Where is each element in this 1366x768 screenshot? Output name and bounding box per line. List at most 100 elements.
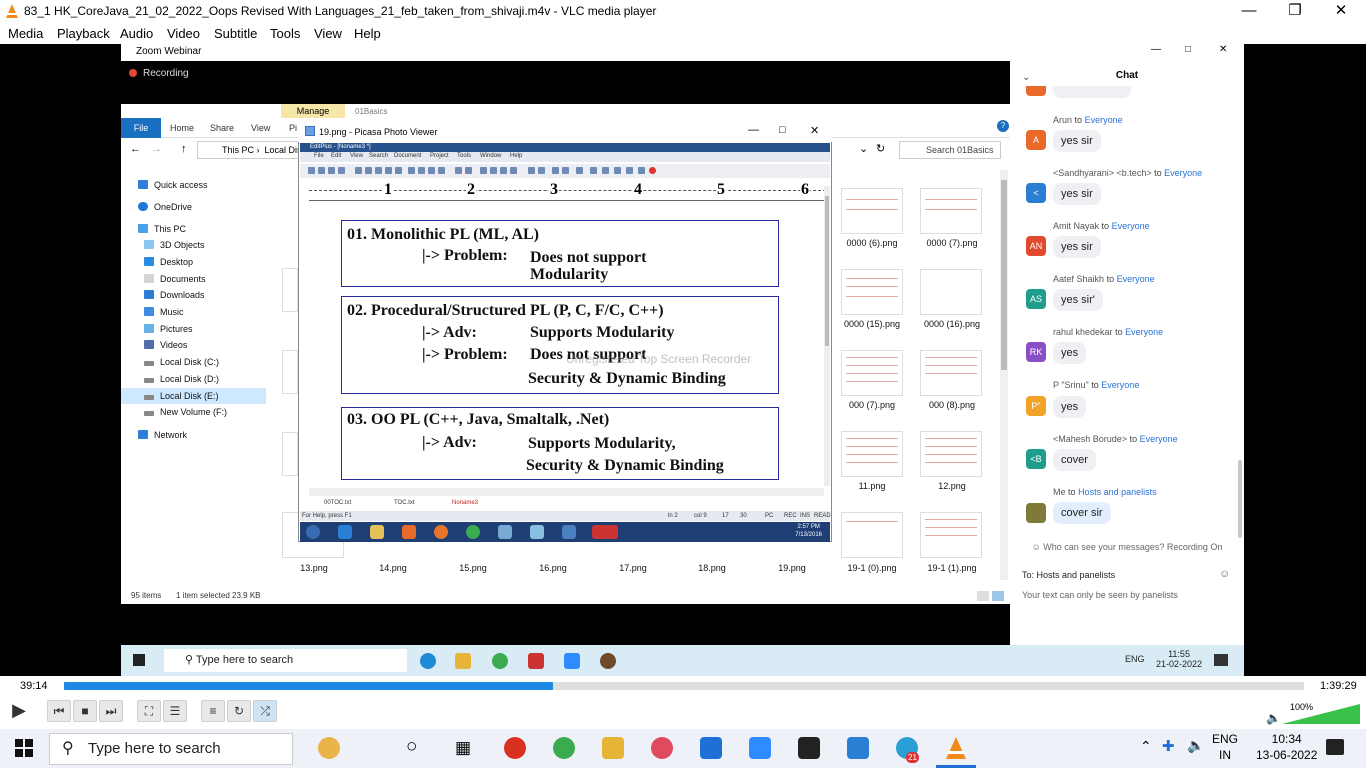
thumbnail[interactable] — [841, 269, 903, 315]
menu-subtitle[interactable]: Subtitle — [214, 26, 257, 41]
nav-onedrive[interactable]: OneDrive — [121, 199, 266, 215]
extended-settings-button[interactable]: ☰ — [163, 700, 187, 722]
dropdown-icon[interactable]: ⌄ — [859, 142, 868, 155]
thumbnail-label[interactable]: 11.png — [827, 481, 917, 491]
recipient[interactable]: Everyone — [1164, 168, 1202, 178]
shuffle-button[interactable]: ⤮ — [253, 700, 277, 722]
zoom-minimize-icon[interactable]: — — [1151, 44, 1161, 55]
ribbon-picture-tools[interactable]: Pi — [289, 123, 297, 133]
nav-local-disk-c[interactable]: Local Disk (C:) — [121, 354, 266, 370]
ribbon-share[interactable]: Share — [210, 123, 234, 133]
total-time[interactable]: 1:39:29 — [1320, 680, 1357, 692]
nav-3d-objects[interactable]: 3D Objects — [121, 237, 266, 253]
recipient[interactable]: Everyone — [1117, 274, 1155, 284]
menu-video[interactable]: Video — [167, 26, 200, 41]
picasa-minimize-icon[interactable]: — — [748, 124, 759, 136]
task-view-icon[interactable]: ▦ — [455, 738, 471, 758]
crumb-local-disk[interactable]: Local Dis — [265, 145, 302, 155]
menu-view[interactable]: View — [314, 26, 342, 41]
zoom-close-icon[interactable]: ✕ — [1219, 44, 1227, 55]
zoom-maximize-icon[interactable]: □ — [1185, 44, 1191, 55]
nav-downloads[interactable]: Downloads — [121, 287, 266, 303]
thumbnail[interactable] — [841, 431, 903, 477]
next-button[interactable]: ⏭ — [99, 700, 123, 722]
minimize-button[interactable]: — — [1226, 0, 1272, 23]
thumbnail-label[interactable]: 19.png — [747, 563, 837, 573]
thumbnail[interactable] — [920, 269, 982, 315]
menu-help[interactable]: Help — [354, 26, 381, 41]
thumbnail[interactable] — [920, 350, 982, 396]
thumbnail[interactable] — [841, 350, 903, 396]
large-icons-view-icon[interactable] — [992, 591, 1004, 601]
nav-network[interactable]: Network — [121, 427, 266, 443]
recipient[interactable]: Everyone — [1101, 380, 1139, 390]
recipient[interactable]: Everyone — [1112, 221, 1150, 231]
volume-slider[interactable] — [1282, 704, 1360, 724]
cortana-mascot-icon[interactable] — [318, 737, 340, 759]
menu-audio[interactable]: Audio — [120, 26, 153, 41]
menu-tools[interactable]: Tools — [270, 26, 300, 41]
nav-videos[interactable]: Videos — [121, 337, 266, 353]
recorder-icon[interactable] — [504, 737, 526, 759]
ribbon-home[interactable]: Home — [170, 123, 194, 133]
thumbnail[interactable] — [920, 431, 982, 477]
tray-volume-icon[interactable]: 🔈 — [1187, 737, 1204, 754]
recipient[interactable]: Hosts and panelists — [1078, 487, 1157, 497]
fullscreen-button[interactable]: ⛶ — [137, 700, 161, 722]
recipient[interactable]: Everyone — [1085, 115, 1123, 125]
loop-button[interactable]: ↻ — [227, 700, 251, 722]
menu-playback[interactable]: Playback — [57, 26, 110, 41]
nav-desktop[interactable]: Desktop — [121, 254, 266, 270]
thumbnail[interactable] — [841, 188, 903, 234]
photos-icon[interactable] — [847, 737, 869, 759]
thumbnail-label[interactable]: 000 (8).png — [907, 400, 997, 410]
play-button[interactable]: ▶ — [5, 700, 33, 722]
thumbnail-partial[interactable] — [282, 432, 298, 476]
nav-documents[interactable]: Documents — [121, 271, 266, 287]
task-view-circle-icon[interactable]: ○ — [406, 736, 417, 758]
editplus-hscroll[interactable] — [309, 488, 824, 496]
snipping-icon[interactable] — [651, 737, 673, 759]
manage-tab[interactable]: Manage — [281, 104, 345, 118]
thumbnail-label[interactable]: 19-1 (0).png — [827, 563, 917, 573]
refresh-icon[interactable]: ↻ — [876, 142, 885, 155]
picasa-close-icon[interactable]: ✕ — [810, 124, 819, 137]
explorer-scrollbar[interactable] — [1000, 170, 1008, 580]
recipient[interactable]: Everyone — [1140, 434, 1178, 444]
recipient[interactable]: Everyone — [1125, 327, 1163, 337]
thumbnail-partial[interactable] — [282, 268, 298, 312]
nav-pictures[interactable]: Pictures — [121, 321, 266, 337]
input-language[interactable]: ENG IN — [1212, 731, 1238, 763]
details-view-icon[interactable] — [977, 591, 989, 601]
editplus-vscroll[interactable] — [824, 186, 830, 486]
nav-local-disk-d[interactable]: Local Disk (D:) — [121, 371, 266, 387]
thumbnail-label[interactable]: 0000 (6).png — [827, 238, 917, 248]
taskbar-clock[interactable]: 10:34 13-06-2022 — [1256, 731, 1317, 763]
thumbnail-label[interactable]: 16.png — [508, 563, 598, 573]
explorer-search-input[interactable]: Search 01Basics — [899, 141, 1001, 159]
thumbnail-label[interactable]: 000 (7).png — [827, 400, 917, 410]
thumbnail-label[interactable]: 19-1 (1).png — [907, 563, 997, 573]
start-button-icon[interactable] — [15, 739, 33, 757]
tray-chevron-icon[interactable]: ⌃ — [1140, 738, 1152, 755]
stop-button[interactable]: ■ — [73, 700, 97, 722]
thumbnail[interactable] — [920, 188, 982, 234]
thumbnail-label[interactable]: 0000 (15).png — [827, 319, 917, 329]
vlc-taskbar-icon[interactable] — [945, 737, 967, 761]
nav-quick-access[interactable]: Quick access — [121, 177, 266, 193]
close-button[interactable]: ✕ — [1318, 0, 1364, 23]
thumbnail-label[interactable]: 0000 (16).png — [907, 319, 997, 329]
file-explorer-icon[interactable] — [602, 737, 624, 759]
sticky-notes-icon[interactable] — [798, 737, 820, 759]
thumbnail-label[interactable]: 13.png — [269, 563, 359, 573]
restore-button[interactable]: ❐ — [1272, 0, 1318, 23]
thumbnail-label[interactable]: 17.png — [588, 563, 678, 573]
chat-scrollbar[interactable] — [1238, 460, 1242, 538]
up-icon[interactable]: ↑ — [181, 143, 187, 155]
back-icon[interactable]: ← — [130, 143, 141, 155]
ribbon-view[interactable]: View — [251, 123, 270, 133]
nav-new-volume-f[interactable]: New Volume (F:) — [121, 404, 266, 420]
emoji-icon[interactable]: ☺ — [1219, 568, 1230, 580]
menu-media[interactable]: Media — [8, 26, 43, 41]
chrome-icon[interactable] — [553, 737, 575, 759]
